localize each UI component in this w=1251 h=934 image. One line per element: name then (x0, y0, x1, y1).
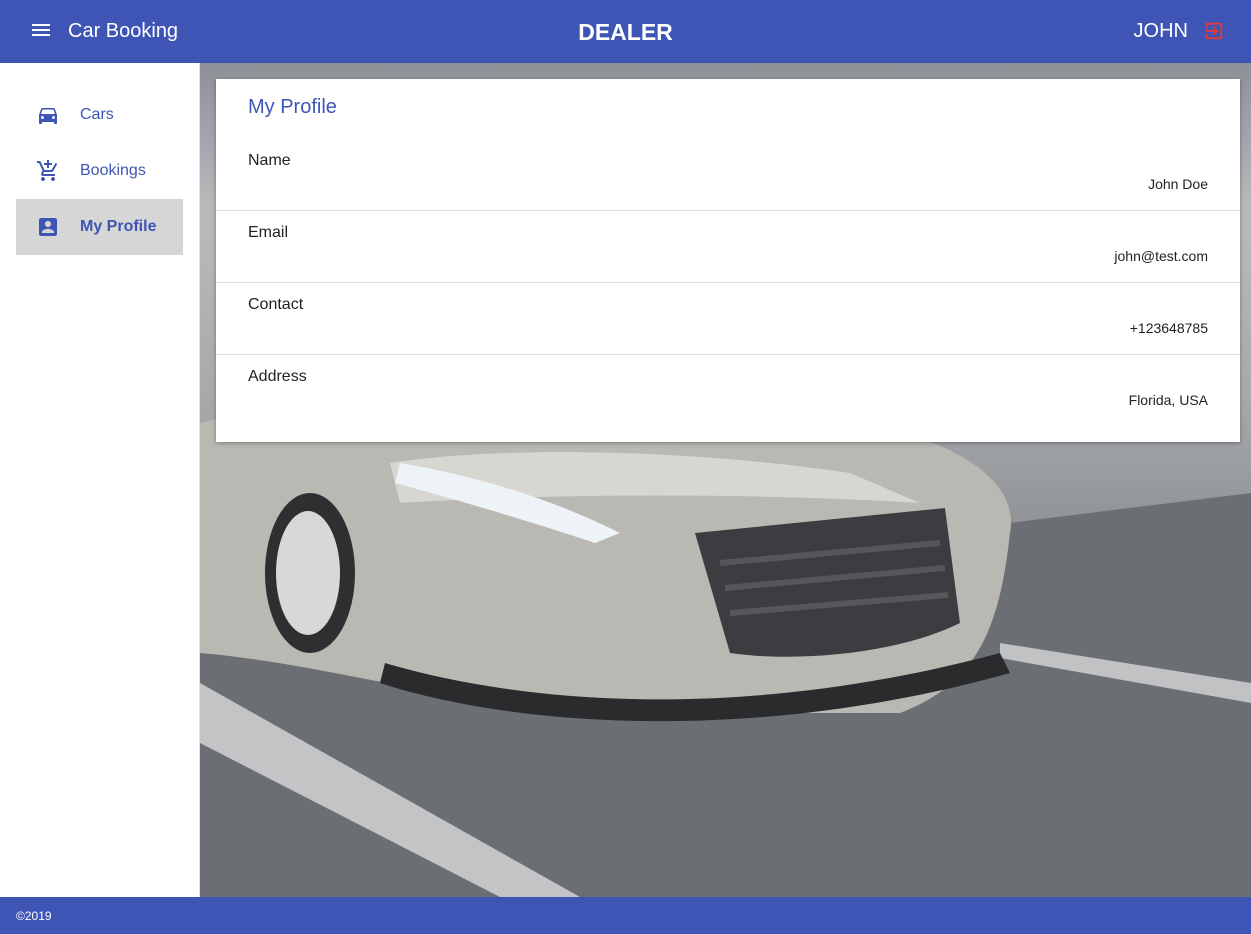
profile-row-address: Address Florida, USA (216, 355, 1240, 427)
sidebar: Cars Bookings My Profile (0, 63, 200, 897)
field-label: Name (248, 152, 291, 169)
logout-icon[interactable] (1203, 20, 1225, 42)
account-box-icon (39, 218, 57, 236)
profile-card: My Profile Name John Doe Email john@test… (216, 79, 1240, 442)
app-bar: Car Booking DEALER JOHN (0, 0, 1251, 63)
profile-row-email: Email john@test.com (216, 211, 1240, 283)
sidebar-item-label: My Profile (80, 218, 157, 235)
field-label: Email (248, 224, 289, 241)
sidebar-item-cars[interactable]: Cars (16, 87, 183, 143)
role-title: DEALER (578, 19, 673, 45)
copyright-text: ©2019 (16, 909, 52, 923)
sidebar-item-label: Bookings (80, 162, 146, 179)
profile-row-contact: Contact +123648785 (216, 283, 1240, 355)
field-value: Florida, USA (1128, 392, 1208, 408)
field-value: +123648785 (1129, 320, 1208, 336)
car-icon (39, 108, 57, 124)
sidebar-item-my-profile[interactable]: My Profile (16, 199, 183, 255)
field-label: Contact (248, 296, 304, 313)
field-value: John Doe (1148, 176, 1208, 192)
field-value: john@test.com (1114, 248, 1208, 264)
main-content: My Profile Name John Doe Email john@test… (200, 63, 1251, 897)
card-title: My Profile (248, 96, 337, 118)
footer: ©2019 (0, 897, 1251, 934)
profile-row-name: Name John Doe (216, 139, 1240, 211)
add-shopping-cart-icon (37, 160, 58, 181)
user-name[interactable]: JOHN (1134, 19, 1188, 43)
field-label: Address (248, 368, 307, 385)
sidebar-item-label: Cars (80, 106, 114, 123)
sidebar-item-bookings[interactable]: Bookings (16, 143, 183, 199)
